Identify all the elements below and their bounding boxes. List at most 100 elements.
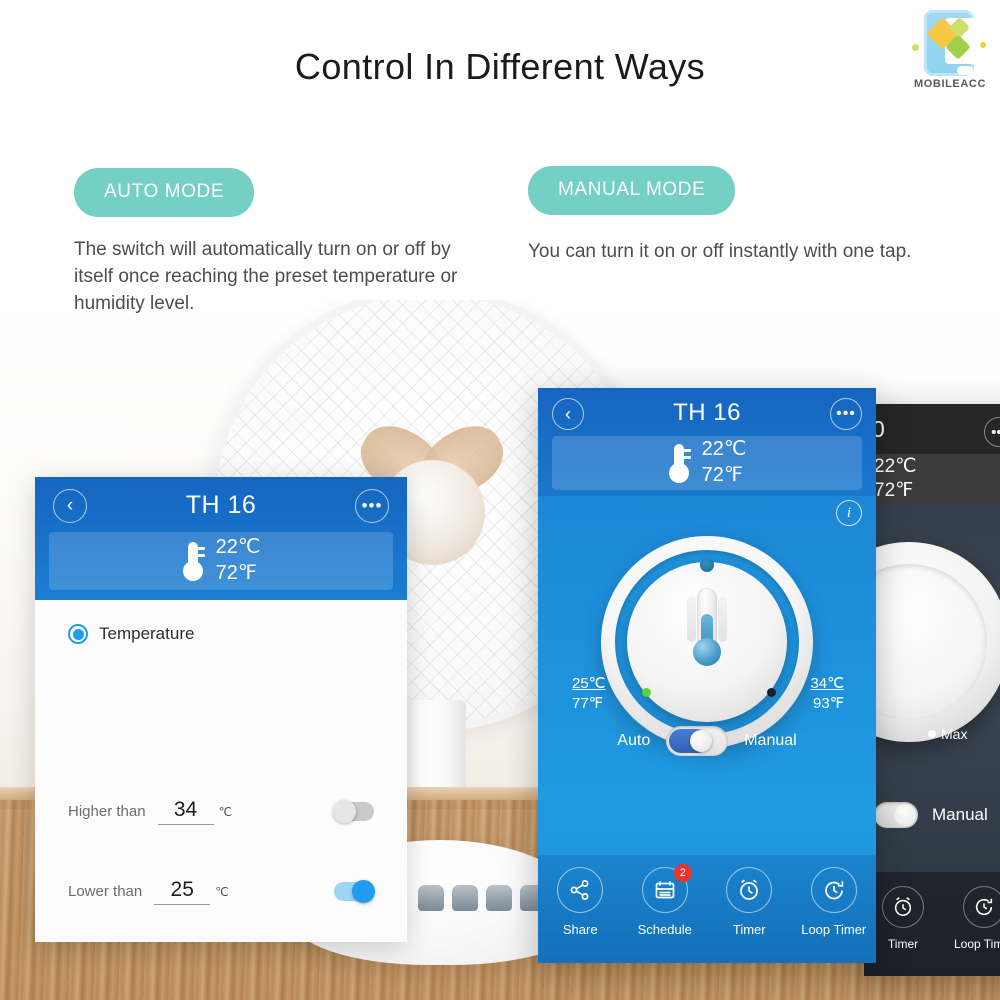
toggle-knob (690, 730, 713, 752)
limit-high-dot (767, 688, 776, 697)
center-manual-label: Manual (744, 732, 797, 749)
loop-timer-icon (810, 867, 857, 913)
page-title: Control In Different Ways (294, 46, 706, 87)
auto-mode-block: AUTO MODE The switch will automatically … (74, 168, 474, 318)
manual-mode-pill: MANUAL MODE (528, 166, 736, 215)
bottom-item-timer[interactable]: Timer (711, 867, 787, 937)
left-temp-fahrenheit: 72℉ (215, 562, 257, 584)
higher-than-toggle[interactable] (333, 800, 374, 823)
center-device-name: TH 16 (673, 399, 741, 426)
right-temp-celsius: 22℃ (874, 455, 917, 477)
higher-than-input[interactable]: 34 (157, 798, 214, 825)
center-temp-fahrenheit: 72℉ (701, 464, 743, 486)
info-icon[interactable]: i (836, 500, 862, 526)
dial-indicator-dot (700, 558, 714, 572)
limit-high-celsius: 34℃ (810, 675, 844, 692)
right-mode-toggle[interactable] (874, 802, 918, 828)
lower-than-unit: ℃ (215, 884, 229, 899)
higher-than-unit: ℃ (218, 804, 233, 819)
left-device-name: TH 16 (185, 491, 257, 519)
manual-mode-description: You can turn it on or off instantly with… (528, 241, 912, 262)
center-auto-manual-toggle[interactable] (666, 726, 729, 756)
right-manual-label: Manual (932, 805, 988, 824)
left-body: Temperature Higher than 34 ℃ Lower than … (35, 600, 407, 942)
center-temperature-readout: 22℃ 72℉ (702, 437, 747, 488)
phone-screenshot-right-dark: 0 ••• 22℃ 72℉ F Max Manual Timer (864, 404, 1000, 976)
center-auto-label: Auto (617, 732, 651, 749)
right-max-dot (928, 730, 936, 738)
fan-button (486, 885, 512, 911)
center-temp-celsius: 22℃ (701, 438, 747, 461)
higher-than-row: Higher than 34 ℃ (68, 798, 374, 825)
bottom-label-timer: Timer (732, 922, 766, 937)
center-limit-low[interactable]: 25℃ 77℉ (572, 674, 606, 715)
center-mode-toggle-row: Auto Manual (538, 726, 876, 756)
alarm-clock-icon (882, 886, 924, 928)
lower-than-input[interactable]: 25 (154, 878, 211, 905)
higher-than-label: Higher than (68, 803, 146, 820)
right-header: 0 ••• 22℃ 72℉ (864, 404, 1000, 504)
bottom-item-loop-timer[interactable]: Loop Timer (796, 867, 872, 937)
more-options-icon[interactable]: ••• (984, 417, 1000, 447)
lower-than-label: Lower than (68, 883, 143, 900)
bottom-item-share[interactable]: Share (542, 867, 618, 937)
more-options-icon[interactable]: ••• (830, 398, 862, 430)
right-temperature-panel: 22℃ 72℉ (864, 454, 1000, 504)
dial-thermometer-icon (686, 588, 728, 674)
alarm-clock-icon (726, 867, 773, 913)
lower-than-row: Lower than 25 ℃ (68, 878, 375, 905)
fan-button (418, 885, 444, 911)
right-bottom-label: Timer (887, 937, 919, 951)
auto-mode-pill: AUTO MODE (74, 168, 255, 217)
left-temp-celsius: 22℃ (215, 536, 261, 559)
center-temperature-panel: 22℃ 72℉ (552, 436, 862, 490)
left-header: ‹ TH 16 ••• 22℃ 72℉ (35, 477, 407, 600)
bottom-label-share: Share (562, 922, 598, 937)
radio-label-temperature: Temperature (99, 624, 195, 643)
right-bottom-item-timer[interactable]: Timer (874, 886, 932, 951)
center-limit-high[interactable]: 34℃ 93℉ (810, 674, 844, 715)
right-bottom-label: Loop Timer (953, 937, 1000, 951)
logo-dot-right (980, 42, 986, 48)
phone-screenshot-left: ‹ TH 16 ••• 22℃ 72℉ Temperature Higher t… (35, 477, 407, 942)
center-temperature-dial[interactable] (601, 536, 813, 748)
logo-phone-home-button (957, 66, 973, 75)
thermometer-icon (182, 542, 205, 581)
right-dial-face (864, 564, 987, 720)
logo-dot-left (912, 44, 919, 51)
right-bottom-item-loop-timer[interactable]: Loop Timer (948, 886, 1000, 951)
temperature-radio-option[interactable]: Temperature (68, 624, 194, 644)
limit-low-celsius: 25℃ (572, 675, 606, 692)
center-bottom-bar: Share 2 Schedule Timer Loop Timer (538, 855, 876, 963)
manual-mode-block: MANUAL MODE You can turn it on or off in… (528, 166, 948, 268)
right-bottom-bar: Timer Loop Timer (864, 872, 1000, 976)
brand-logo: MOBILEACC (908, 8, 992, 92)
right-temperature-readout: 22℃ 72℉ (874, 455, 916, 504)
right-dial[interactable] (864, 542, 1000, 742)
share-icon (557, 867, 604, 913)
bottom-label-schedule: Schedule (637, 922, 692, 937)
left-temperature-readout: 22℃ 72℉ (216, 535, 261, 586)
radio-selected-icon (68, 624, 88, 644)
right-temp-fahrenheit: 72℉ (874, 480, 914, 501)
right-max-label: Max (928, 726, 967, 742)
limit-low-fahrenheit: 77℉ (572, 695, 603, 713)
center-header: ‹ TH 16 ••• 22℃ 72℉ (538, 388, 876, 496)
right-manual-toggle-row: Manual (874, 802, 988, 828)
fan-button (452, 885, 478, 911)
loop-timer-icon (963, 886, 1000, 928)
thermometer-icon (668, 444, 691, 483)
schedule-badge: 2 (673, 864, 692, 882)
left-temperature-panel: 22℃ 72℉ (49, 532, 393, 590)
phone-screenshot-center: ‹ TH 16 ••• 22℃ 72℉ i 25℃ 77℉ 34℃ 93℉ Au… (538, 388, 876, 963)
lower-than-toggle[interactable] (334, 880, 375, 903)
more-options-icon[interactable]: ••• (355, 489, 389, 523)
right-toggle-knob (894, 804, 916, 826)
bottom-label-loop-timer: Loop Timer (801, 922, 867, 937)
bottom-item-schedule[interactable]: 2 Schedule (627, 864, 703, 937)
limit-low-dot (642, 688, 651, 697)
right-max-text: Max (941, 726, 968, 742)
auto-mode-description: The switch will automatically turn on or… (74, 239, 458, 314)
limit-high-fahrenheit: 93℉ (813, 695, 844, 713)
brand-name: MOBILEACC (913, 78, 986, 90)
